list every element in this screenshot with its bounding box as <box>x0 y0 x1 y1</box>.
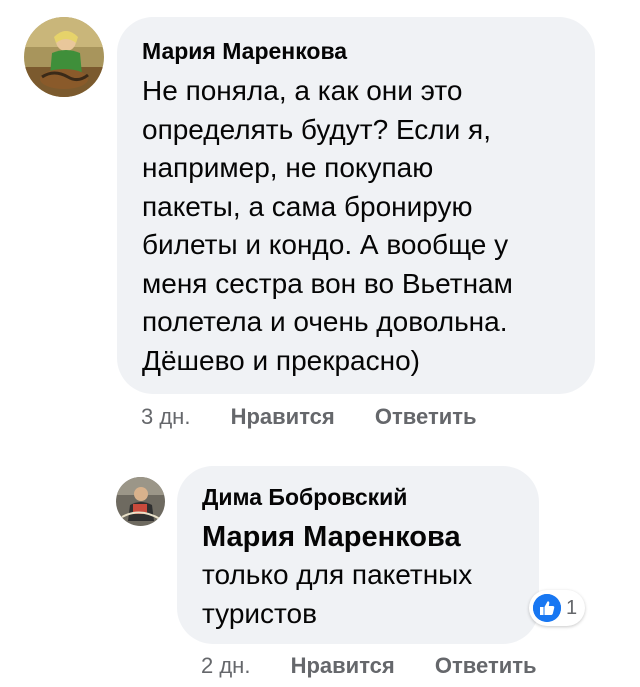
user-photo-icon <box>24 17 104 97</box>
comment-line: билеты и кондо. А вообще у <box>142 229 509 260</box>
reaction-summary[interactable]: 1 <box>529 590 586 626</box>
comment-line: Не поняла, а как они это <box>142 75 463 106</box>
avatar-maria[interactable] <box>24 17 104 97</box>
reaction-count: 1 <box>566 596 578 619</box>
reply-like-button[interactable]: Нравится <box>291 653 395 678</box>
comment-line: Дёшево и прекрасно) <box>142 344 420 376</box>
reply-author[interactable]: Дима Бобровский <box>202 483 539 511</box>
reply-line: только для пакетных <box>202 559 473 590</box>
reply-reply-button[interactable]: Ответить <box>435 653 537 678</box>
reply-actions: 2 дн. Нравится Ответить <box>201 653 537 679</box>
comment-line: меня сестра вон во Вьетнам <box>142 267 513 299</box>
user-photo-icon <box>116 477 165 526</box>
comment-thread: Мария Маренкова Не поняла, а как они это… <box>0 0 640 687</box>
like-button[interactable]: Нравится <box>231 404 335 429</box>
reply-text: только для пакетных туристов <box>202 556 539 633</box>
comment-actions: 3 дн. Нравится Ответить <box>141 404 477 430</box>
comment-bubble: Мария Маренкова Не поняла, а как они это… <box>117 17 595 394</box>
comment-author[interactable]: Мария Маренкова <box>142 37 595 65</box>
comment-text: Не поняла, а как они это определять буду… <box>142 72 595 380</box>
avatar-dima[interactable] <box>116 477 165 526</box>
comment-line: определять будут? Если я, <box>142 113 492 145</box>
reply-bubble: Дима Бобровский Мария Маренкова только д… <box>177 466 539 644</box>
reply-mention[interactable]: Мария Маренкова <box>202 518 539 556</box>
comment-line: полетела и очень довольна. <box>142 306 508 337</box>
comment-line: например, не покупаю <box>142 152 434 183</box>
comment-timestamp[interactable]: 3 дн. <box>141 404 190 429</box>
reply-button[interactable]: Ответить <box>375 404 477 429</box>
comment-line: пакеты, а сама бронирую <box>142 190 473 222</box>
like-icon <box>533 594 561 622</box>
reply-timestamp[interactable]: 2 дн. <box>201 653 250 678</box>
reply-line: туристов <box>202 597 317 629</box>
